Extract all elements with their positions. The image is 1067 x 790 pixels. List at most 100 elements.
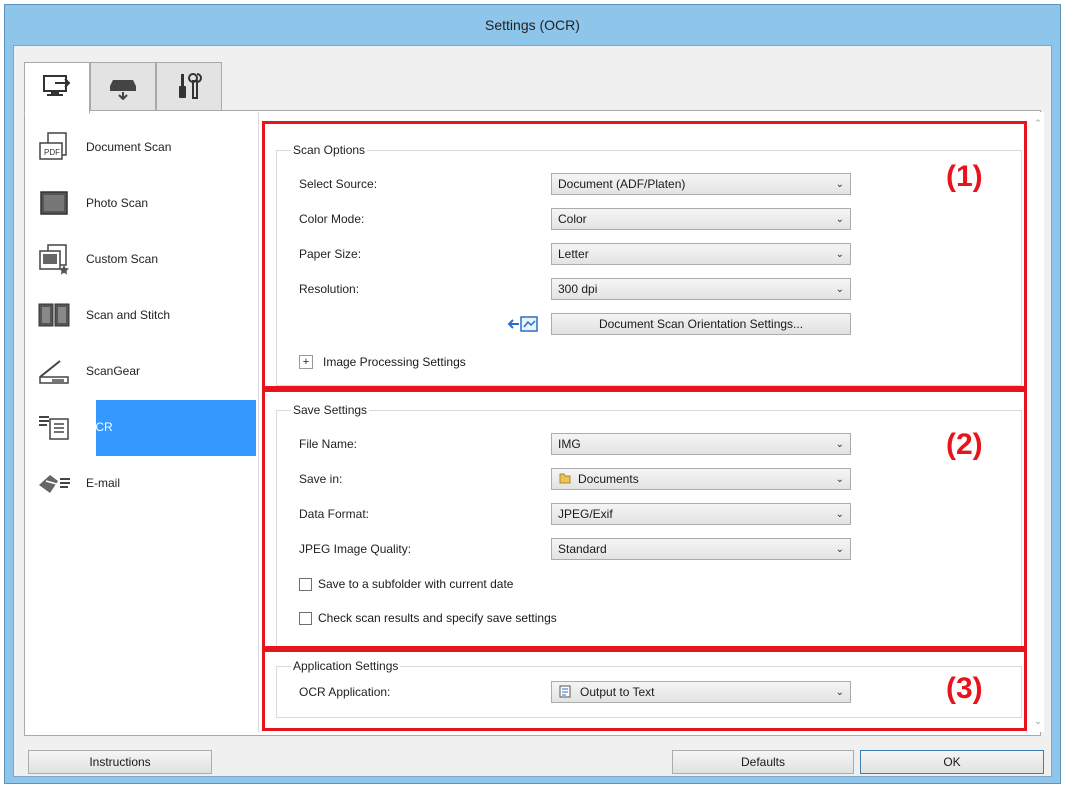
tab-general-settings[interactable] [156, 62, 222, 112]
subfolder-checkbox-label[interactable]: Save to a subfolder with current date [318, 577, 513, 591]
save-in-label: Save in: [299, 472, 343, 486]
ocr-icon [26, 400, 82, 454]
window-title: Settings (OCR) [485, 17, 580, 33]
tools-icon [173, 71, 205, 104]
check-results-checkbox-label[interactable]: Check scan results and specify save sett… [318, 611, 557, 625]
save-settings-group: Save Settings File Name: IMG ⌄ Save in: [276, 403, 1022, 648]
chevron-down-icon: ⌄ [835, 178, 844, 190]
application-settings-title: Application Settings [291, 659, 401, 673]
photo-scan-icon [26, 176, 82, 230]
chevron-down-icon: ⌄ [835, 438, 844, 450]
select-source-row: Select Source: Document (ADF/Platen) ⌄ [299, 173, 851, 195]
sidebar-item-photo-scan[interactable]: Photo Scan [26, 176, 258, 230]
image-processing-row: + Image Processing Settings [299, 351, 466, 373]
ocr-application-dropdown[interactable]: Output to Text ⌄ [551, 681, 851, 703]
chevron-down-icon: ⌄ [835, 686, 844, 698]
instructions-button[interactable]: Instructions [28, 750, 212, 774]
window-client-area: PDF Document Scan Photo Scan Custom Scan… [13, 45, 1052, 777]
resolution-row: Resolution: 300 dpi ⌄ [299, 278, 851, 300]
annotation-label-3: (3) [946, 672, 983, 705]
subfolder-row: Save to a subfolder with current date [299, 573, 513, 595]
custom-scan-icon [26, 232, 82, 286]
scroll-down-icon[interactable]: ⌄ [1032, 714, 1044, 728]
sidebar-item-label: E-mail [86, 476, 121, 490]
scroll-up-icon[interactable]: ⌃ [1032, 116, 1044, 130]
subfolder-checkbox[interactable] [299, 577, 312, 591]
data-format-row: Data Format: JPEG/Exif ⌄ [299, 503, 851, 525]
save-settings-title: Save Settings [291, 403, 370, 417]
chevron-down-icon: ⌄ [835, 213, 844, 225]
file-name-dropdown[interactable]: IMG ⌄ [551, 433, 851, 455]
jpeg-quality-row: JPEG Image Quality: Standard ⌄ [299, 538, 851, 560]
sidebar-item-custom-scan[interactable]: Custom Scan [26, 232, 258, 286]
scan-options-title: Scan Options [291, 143, 368, 157]
check-results-checkbox[interactable] [299, 611, 312, 625]
select-source-value: Document (ADF/Platen) [558, 177, 686, 191]
output-to-text-icon [558, 684, 574, 701]
paper-size-row: Paper Size: Letter ⌄ [299, 243, 851, 265]
sidebar-item-document-scan[interactable]: PDF Document Scan [26, 120, 258, 174]
sidebar-item-label: Scan and Stitch [86, 308, 171, 322]
file-name-label: File Name: [299, 437, 358, 451]
chevron-down-icon: ⌄ [835, 283, 844, 295]
settings-window: Settings (OCR) PDF Document Scan Photo S… [4, 4, 1061, 784]
ocr-application-value: Output to Text [580, 685, 655, 699]
email-icon [26, 456, 82, 510]
paper-size-dropdown[interactable]: Letter ⌄ [551, 243, 851, 265]
sidebar-item-label: Document Scan [86, 140, 172, 154]
selection-highlight [96, 400, 256, 456]
computer-scan-icon [41, 73, 73, 104]
application-settings-group: Application Settings OCR Application: Ou… [276, 659, 1022, 718]
image-processing-label: Image Processing Settings [323, 355, 466, 369]
resolution-label: Resolution: [299, 282, 360, 296]
save-in-dropdown[interactable]: Documents ⌄ [551, 468, 851, 490]
sidebar-item-email[interactable]: E-mail [26, 456, 258, 510]
save-in-row: Save in: Documents ⌄ [299, 468, 851, 490]
color-mode-row: Color Mode: Color ⌄ [299, 208, 851, 230]
scanner-icon [107, 72, 139, 103]
sidebar-item-label: Photo Scan [86, 196, 149, 210]
ocr-application-row: OCR Application: Output to Text ⌄ [299, 681, 851, 703]
sidebar-item-label: ScanGear [86, 364, 141, 378]
document-scan-icon: PDF [26, 120, 82, 174]
tab-scan-from-panel[interactable] [90, 62, 156, 112]
sidebar-item-scan-and-stitch[interactable]: Scan and Stitch [26, 288, 258, 342]
data-format-dropdown[interactable]: JPEG/Exif ⌄ [551, 503, 851, 525]
sidebar-item-ocr[interactable]: OCR [26, 400, 258, 456]
save-in-value: Documents [578, 472, 639, 486]
scan-and-stitch-icon [26, 288, 82, 342]
color-mode-dropdown[interactable]: Color ⌄ [551, 208, 851, 230]
defaults-button[interactable]: Defaults [672, 750, 854, 774]
color-mode-label: Color Mode: [299, 212, 365, 226]
jpeg-quality-label: JPEG Image Quality: [299, 542, 412, 556]
chevron-down-icon: ⌄ [835, 248, 844, 260]
jpeg-quality-dropdown[interactable]: Standard ⌄ [551, 538, 851, 560]
file-name-value: IMG [558, 437, 581, 451]
annotation-label-1: (1) [946, 160, 983, 193]
jpeg-quality-value: Standard [558, 542, 607, 556]
file-name-row: File Name: IMG ⌄ [299, 433, 851, 455]
ok-button[interactable]: OK [860, 750, 1044, 774]
data-format-value: JPEG/Exif [558, 507, 613, 521]
orientation-settings-button[interactable]: Document Scan Orientation Settings... [551, 313, 851, 335]
data-format-label: Data Format: [299, 507, 370, 521]
color-mode-value: Color [558, 212, 587, 226]
expand-image-processing-button[interactable]: + [299, 355, 313, 369]
tab-scan-from-computer[interactable] [24, 62, 90, 114]
annotation-label-2: (2) [946, 428, 983, 461]
scan-options-group: Scan Options Select Source: Document (AD… [276, 143, 1022, 386]
svg-text:PDF: PDF [44, 148, 60, 157]
scan-type-list: PDF Document Scan Photo Scan Custom Scan… [26, 112, 259, 732]
ocr-application-label: OCR Application: [299, 685, 391, 699]
orientation-row: Document Scan Orientation Settings... [507, 313, 851, 335]
paper-size-label: Paper Size: [299, 247, 362, 261]
select-source-label: Select Source: [299, 177, 378, 191]
chevron-down-icon: ⌄ [835, 473, 844, 485]
select-source-dropdown[interactable]: Document (ADF/Platen) ⌄ [551, 173, 851, 195]
chevron-down-icon: ⌄ [835, 543, 844, 555]
resolution-dropdown[interactable]: 300 dpi ⌄ [551, 278, 851, 300]
folder-icon [558, 471, 572, 488]
scangear-icon [26, 344, 82, 398]
vertical-scrollbar[interactable]: ⌃ ⌄ [1032, 112, 1044, 732]
sidebar-item-scangear[interactable]: ScanGear [26, 344, 258, 398]
